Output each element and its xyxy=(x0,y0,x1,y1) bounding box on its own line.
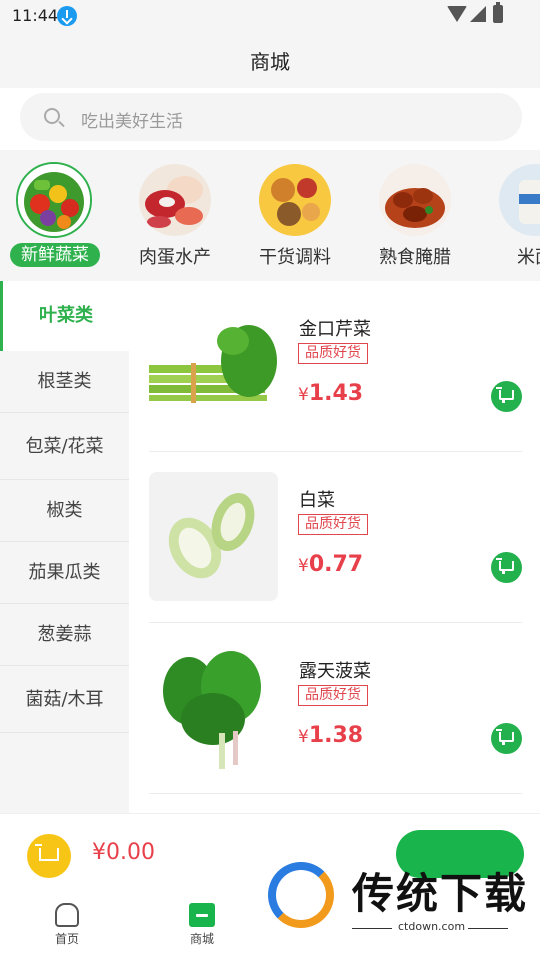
vegetables-image xyxy=(16,162,92,238)
subcategory-sidebar: 叶菜类 根茎类 包菜/花菜 椒类 茄果瓜类 葱姜蒜 菌菇/木耳 xyxy=(0,281,129,813)
cart-icon xyxy=(496,558,514,574)
add-to-cart-button[interactable] xyxy=(491,723,522,754)
meat-image xyxy=(139,164,211,236)
divider xyxy=(468,928,508,929)
product-item[interactable]: 白菜 品质好货 ¥0.77 xyxy=(149,452,522,623)
product-name: 白菜 xyxy=(299,490,335,511)
watermark-logo-icon xyxy=(268,862,334,928)
search-placeholder: 吃出美好生活 xyxy=(81,112,183,132)
cart-button[interactable] xyxy=(27,834,71,878)
cart-total: ¥0.00 xyxy=(92,840,155,865)
category-item-fresh-vegetables[interactable]: 新鲜蔬菜 xyxy=(0,162,110,272)
sidebar-item-leafy-vegetables[interactable]: 叶菜类 xyxy=(0,281,129,351)
shop-icon xyxy=(189,903,215,927)
price-currency: ¥ xyxy=(298,727,309,747)
download-icon xyxy=(57,6,77,26)
app-header: 商城 xyxy=(0,32,540,88)
category-label: 熟食腌腊 xyxy=(379,247,451,268)
product-price: ¥1.43 xyxy=(298,381,363,406)
battery-icon xyxy=(493,2,503,23)
product-list: 金口芹菜 品质好货 ¥1.43 白菜 品质好货 ¥0.77 露天菠菜 品质好货 … xyxy=(129,281,540,813)
category-label: 肉蛋水产 xyxy=(139,247,211,268)
search-bar: 吃出美好生活 xyxy=(0,88,540,150)
product-price: ¥0.77 xyxy=(298,552,363,577)
watermark-url: ctdown.com xyxy=(398,920,466,933)
quality-badge: 品质好货 xyxy=(298,514,368,535)
sidebar-item-fruit-vegetables[interactable]: 茄果瓜类 xyxy=(0,542,129,604)
cooked-food-image xyxy=(379,164,451,236)
page-title: 商城 xyxy=(250,50,290,74)
product-name: 露天菠菜 xyxy=(299,661,371,682)
product-image xyxy=(149,472,278,601)
category-strip: 新鲜蔬菜 肉蛋水产 干货调料 熟食腌腊 米 xyxy=(0,150,540,281)
category-item-rice-flour[interactable]: 米面 xyxy=(480,162,540,272)
price-currency: ¥ xyxy=(298,385,309,405)
nav-item-shop[interactable]: 商城 xyxy=(167,903,237,947)
sidebar-item-cabbage-cauliflower[interactable]: 包菜/花菜 xyxy=(0,413,129,480)
nav-label: 商城 xyxy=(189,932,214,946)
product-image xyxy=(149,301,278,430)
quality-badge: 品质好货 xyxy=(298,685,368,706)
product-item[interactable]: 金口芹菜 品质好货 ¥1.43 xyxy=(149,281,522,452)
price-value: 0.77 xyxy=(308,552,364,577)
add-to-cart-button[interactable] xyxy=(491,381,522,412)
sidebar-item-scallion-ginger-garlic[interactable]: 葱姜蒜 xyxy=(0,604,129,666)
price-value: 1.38 xyxy=(308,723,364,748)
category-label: 米面 xyxy=(517,247,540,268)
category-item-meat-eggs-seafood[interactable]: 肉蛋水产 xyxy=(120,162,230,272)
nav-label: 首页 xyxy=(54,932,79,946)
product-item[interactable]: 露天菠菜 品质好货 ¥1.38 xyxy=(149,623,522,794)
product-price: ¥1.38 xyxy=(298,723,363,748)
sidebar-item-roots-stems[interactable]: 根茎类 xyxy=(0,351,129,413)
search-icon xyxy=(44,108,60,124)
category-item-cooked-cured[interactable]: 熟食腌腊 xyxy=(360,162,470,272)
add-to-cart-button[interactable] xyxy=(491,552,522,583)
category-item-dry-goods-seasoning[interactable]: 干货调料 xyxy=(240,162,350,272)
price-currency: ¥ xyxy=(298,556,309,576)
category-label: 干货调料 xyxy=(259,247,331,268)
watermark-text: 传统下载 xyxy=(352,869,529,918)
category-label: 新鲜蔬菜 xyxy=(10,243,100,267)
watermark: 传统下载 ctdown.com xyxy=(268,858,530,938)
shopping-cart-icon xyxy=(35,844,59,861)
sidebar-item-mushrooms[interactable]: 菌菇/木耳 xyxy=(0,666,129,733)
home-icon xyxy=(55,903,79,927)
status-time: 11:44 xyxy=(12,6,59,25)
cart-icon xyxy=(496,729,514,745)
nav-item-home[interactable]: 首页 xyxy=(32,903,102,947)
sidebar-item-peppers[interactable]: 椒类 xyxy=(0,480,129,542)
product-image xyxy=(149,643,278,772)
price-value: 1.43 xyxy=(308,381,364,406)
wifi-icon xyxy=(447,6,467,22)
product-name: 金口芹菜 xyxy=(299,319,371,340)
divider xyxy=(352,928,392,929)
search-input[interactable]: 吃出美好生活 xyxy=(20,93,522,141)
rice-image xyxy=(499,164,540,236)
cart-icon xyxy=(496,387,514,403)
spices-image xyxy=(259,164,331,236)
quality-badge: 品质好货 xyxy=(298,343,368,364)
status-bar: 11:44 xyxy=(0,0,540,32)
signal-icon xyxy=(470,6,486,22)
